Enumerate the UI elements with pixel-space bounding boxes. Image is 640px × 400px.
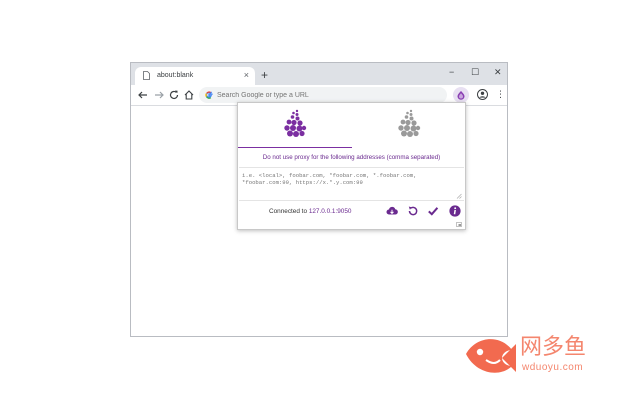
status-prefix: Connected to [269,208,308,215]
tab-close-icon[interactable]: × [244,70,249,81]
watermark-cn: 网多鱼 [520,335,587,360]
info-icon[interactable] [449,205,461,217]
mode-direct-tab[interactable] [352,103,465,149]
proxy-extension-button[interactable] [453,87,469,103]
page-icon [143,71,150,80]
google-g-icon [205,91,213,99]
watermark-en: wduoyu.com [522,362,584,373]
reload-icon[interactable] [168,89,180,101]
grapes-gray-icon [398,109,421,137]
bypass-list-input[interactable] [239,167,464,201]
forward-arrow-icon[interactable] [153,89,165,101]
profile-icon[interactable] [477,89,488,100]
connection-status: Connected to 127.0.0.1:9050 [269,208,351,216]
tab-title: about:blank [157,72,194,79]
tab-about-blank[interactable]: about:blank × [135,67,255,85]
popout-icon[interactable] [456,222,462,227]
omnibox-input[interactable] [217,89,437,101]
refresh-icon[interactable] [407,205,419,217]
onion-icon [457,91,465,100]
mode-proxy-tab[interactable] [238,103,351,149]
menu-icon[interactable]: ⋮ [496,88,505,100]
new-tab-button[interactable]: + [261,68,268,82]
resize-grip-icon[interactable] [456,193,462,199]
proxy-address: 127.0.0.1:9050 [308,208,352,215]
omnibox[interactable] [199,87,447,103]
back-arrow-icon[interactable] [137,89,149,101]
bypass-caption: Do not use proxy for the following addre… [262,154,441,161]
maximize-button[interactable]: ☐ [471,65,479,79]
close-window-button[interactable]: ✕ [494,65,502,79]
home-icon[interactable] [183,89,195,101]
check-icon[interactable] [427,205,439,217]
tab-strip: about:blank × + − ☐ ✕ [131,63,507,85]
active-mode-indicator [238,147,352,148]
grapes-purple-icon [284,109,307,137]
minimize-button[interactable]: − [449,65,454,79]
proxy-popup: Do not use proxy for the following addre… [237,102,466,230]
watermark-fish-logo [466,339,516,373]
cloud-download-icon[interactable] [386,205,398,217]
mode-switcher [238,103,465,149]
